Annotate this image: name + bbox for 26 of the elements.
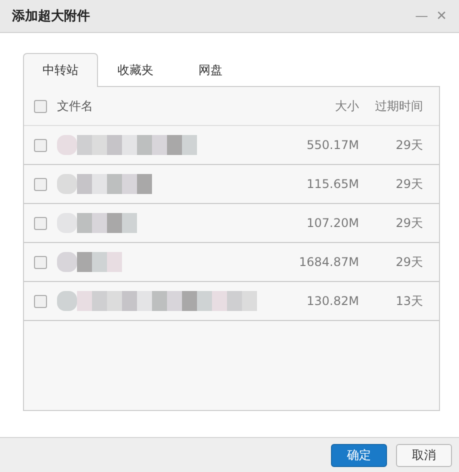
file-size: 130.82M (306, 294, 359, 308)
expiry-time: 29天 (394, 214, 423, 232)
file-size: 115.65M (306, 177, 359, 191)
row-checkbox[interactable] (34, 256, 47, 268)
row-checkbox[interactable] (34, 178, 47, 190)
window-title: 添加超大附件 (12, 8, 91, 25)
column-header: 文件名 (57, 98, 94, 114)
row-checkbox[interactable] (34, 294, 47, 308)
expiry-time: 29天 (394, 254, 423, 270)
cancel-button[interactable]: 取消 (396, 444, 452, 466)
column-header: 大小 (334, 98, 359, 114)
row-checkbox[interactable] (34, 216, 47, 230)
file-size: 107.20M (306, 216, 359, 230)
redacted-filename-drawing (57, 251, 122, 273)
expiry-time: 13天 (394, 292, 423, 310)
tab[interactable]: 网盘 (173, 53, 248, 87)
file-size: 1684.87M (299, 255, 359, 269)
row-checkbox[interactable] (34, 138, 47, 152)
column-header: 过期时间 (374, 98, 423, 114)
tab[interactable]: 中转站 (23, 53, 98, 87)
expiry-time: 29天 (394, 176, 423, 192)
confirm-button[interactable]: 确定 (331, 444, 387, 466)
tab[interactable]: 收藏夹 (98, 53, 173, 87)
expiry-time: 29天 (394, 136, 423, 154)
file-size: 550.17M (306, 138, 359, 152)
select-all-checkbox[interactable] (34, 100, 47, 112)
